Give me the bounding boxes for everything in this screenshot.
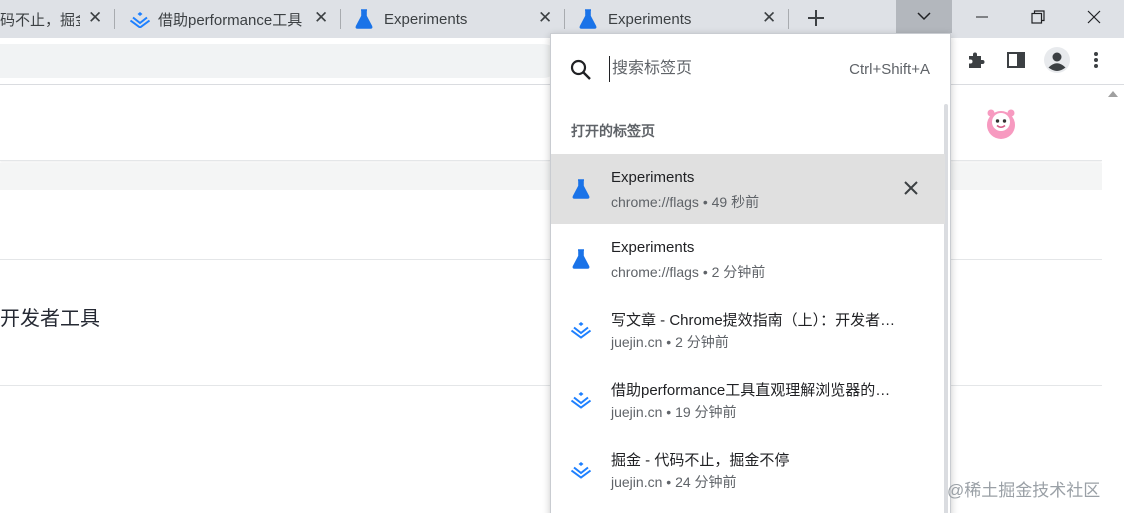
juejin-icon <box>130 12 150 28</box>
close-icon[interactable] <box>901 178 921 198</box>
juejin-icon <box>571 462 591 479</box>
tab-title: 码不止，掘金 <box>0 11 80 29</box>
close-icon[interactable]: ✕ <box>314 8 328 28</box>
menu-button[interactable] <box>1084 48 1108 72</box>
tab-item-url: chrome://flags <box>611 264 699 280</box>
minimize-button[interactable] <box>954 0 1010 33</box>
extensions-button[interactable] <box>964 48 988 72</box>
juejin-icon <box>571 322 591 339</box>
tab-separator <box>564 9 565 29</box>
profile-button[interactable] <box>1043 46 1071 74</box>
tab-experiments-1[interactable]: Experiments ✕ <box>344 0 562 38</box>
tab-item-title: 借助performance工具直观理解浏览器的… <box>611 382 891 399</box>
tab-item-meta: chrome://flags • 49 秒前 <box>611 194 760 210</box>
tab-title: Experiments <box>608 10 692 28</box>
close-icon[interactable]: ✕ <box>88 8 102 28</box>
flask-icon <box>579 9 597 29</box>
new-tab-button[interactable] <box>802 4 830 32</box>
tab-item-age: 49 秒前 <box>711 194 760 210</box>
search-icon <box>570 59 591 80</box>
tab-list-item[interactable]: 写文章 - Chrome提效指南（上）：开发者… juejin.cn • 2 分… <box>551 294 945 364</box>
side-panel-button[interactable] <box>1004 48 1028 72</box>
tab-item-title: 写文章 - Chrome提效指南（上）：开发者… <box>611 312 896 329</box>
tab-item-url: chrome://flags <box>611 194 699 210</box>
tab-item-url: juejin.cn <box>611 334 663 350</box>
mascot-icon[interactable] <box>983 106 1019 142</box>
flask-icon <box>572 249 590 269</box>
tab-title: 借助performance工具 <box>158 11 303 29</box>
tab-performance-article[interactable]: 借助performance工具 ✕ <box>118 0 338 38</box>
tab-item-title: Experiments <box>611 239 695 256</box>
minimize-icon <box>976 16 988 17</box>
close-icon[interactable]: ✕ <box>538 8 552 28</box>
tab-list-item[interactable]: 掘金 - 代码不止，掘金不停 juejin.cn • 24 分钟前 <box>551 434 945 504</box>
tab-item-url: juejin.cn <box>611 404 663 420</box>
tab-separator <box>340 9 341 29</box>
tab-list-item[interactable]: Experiments chrome://flags • 2 分钟前 <box>551 224 945 294</box>
tab-item-age: 2 分钟前 <box>675 334 729 350</box>
close-window-button[interactable] <box>1066 0 1122 33</box>
tab-title: Experiments <box>384 10 468 28</box>
section-title: 打开的标签页 <box>571 123 655 139</box>
juejin-icon <box>571 392 591 409</box>
tab-item-meta: juejin.cn • 24 分钟前 <box>611 474 737 490</box>
tab-juejin-home[interactable]: 码不止，掘金 ✕ <box>0 0 112 38</box>
scroll-up-arrow-icon[interactable] <box>1108 91 1118 97</box>
article-heading-fragment: 开发者工具 <box>0 308 100 330</box>
tab-item-title: 掘金 - 代码不止，掘金不停 <box>611 452 790 469</box>
tab-search-button[interactable] <box>896 0 952 33</box>
restore-icon <box>1031 9 1045 24</box>
keyboard-shortcut: Ctrl+Shift+A <box>849 61 930 78</box>
tab-item-meta: chrome://flags • 2 分钟前 <box>611 264 766 280</box>
tab-search-dropdown: Ctrl+Shift+A 打开的标签页 Experiments chrome:/… <box>550 33 951 513</box>
tab-separator <box>788 9 789 29</box>
tab-item-meta: juejin.cn • 2 分钟前 <box>611 334 729 350</box>
chevron-down-icon <box>917 12 931 21</box>
side-panel-icon <box>1007 52 1025 68</box>
tab-item-age: 24 分钟前 <box>675 474 737 490</box>
tab-separator <box>114 9 115 29</box>
restore-button[interactable] <box>1010 0 1066 33</box>
tab-item-age: 2 分钟前 <box>711 264 766 280</box>
flask-icon <box>355 9 373 29</box>
tab-list-item[interactable]: Experiments chrome://flags • 49 秒前 <box>551 154 945 224</box>
address-bar[interactable] <box>0 44 560 78</box>
tab-item-url: juejin.cn <box>611 474 663 490</box>
tab-item-age: 19 分钟前 <box>675 404 737 420</box>
tab-search-input[interactable] <box>609 56 829 82</box>
flask-icon <box>572 179 590 199</box>
puzzle-icon <box>969 52 985 68</box>
more-vert-icon <box>1094 52 1098 68</box>
close-icon[interactable]: ✕ <box>762 8 776 28</box>
watermark: @稀土掘金技术社区 <box>947 481 1101 500</box>
close-icon <box>1087 10 1101 23</box>
page-scrollbar[interactable] <box>1102 85 1124 513</box>
plus-icon <box>808 10 824 26</box>
tab-item-title: Experiments <box>611 169 695 186</box>
tab-item-meta: juejin.cn • 19 分钟前 <box>611 404 737 420</box>
avatar-icon <box>1044 47 1070 73</box>
tab-list-item[interactable]: 借助performance工具直观理解浏览器的… juejin.cn • 19 … <box>551 364 945 434</box>
